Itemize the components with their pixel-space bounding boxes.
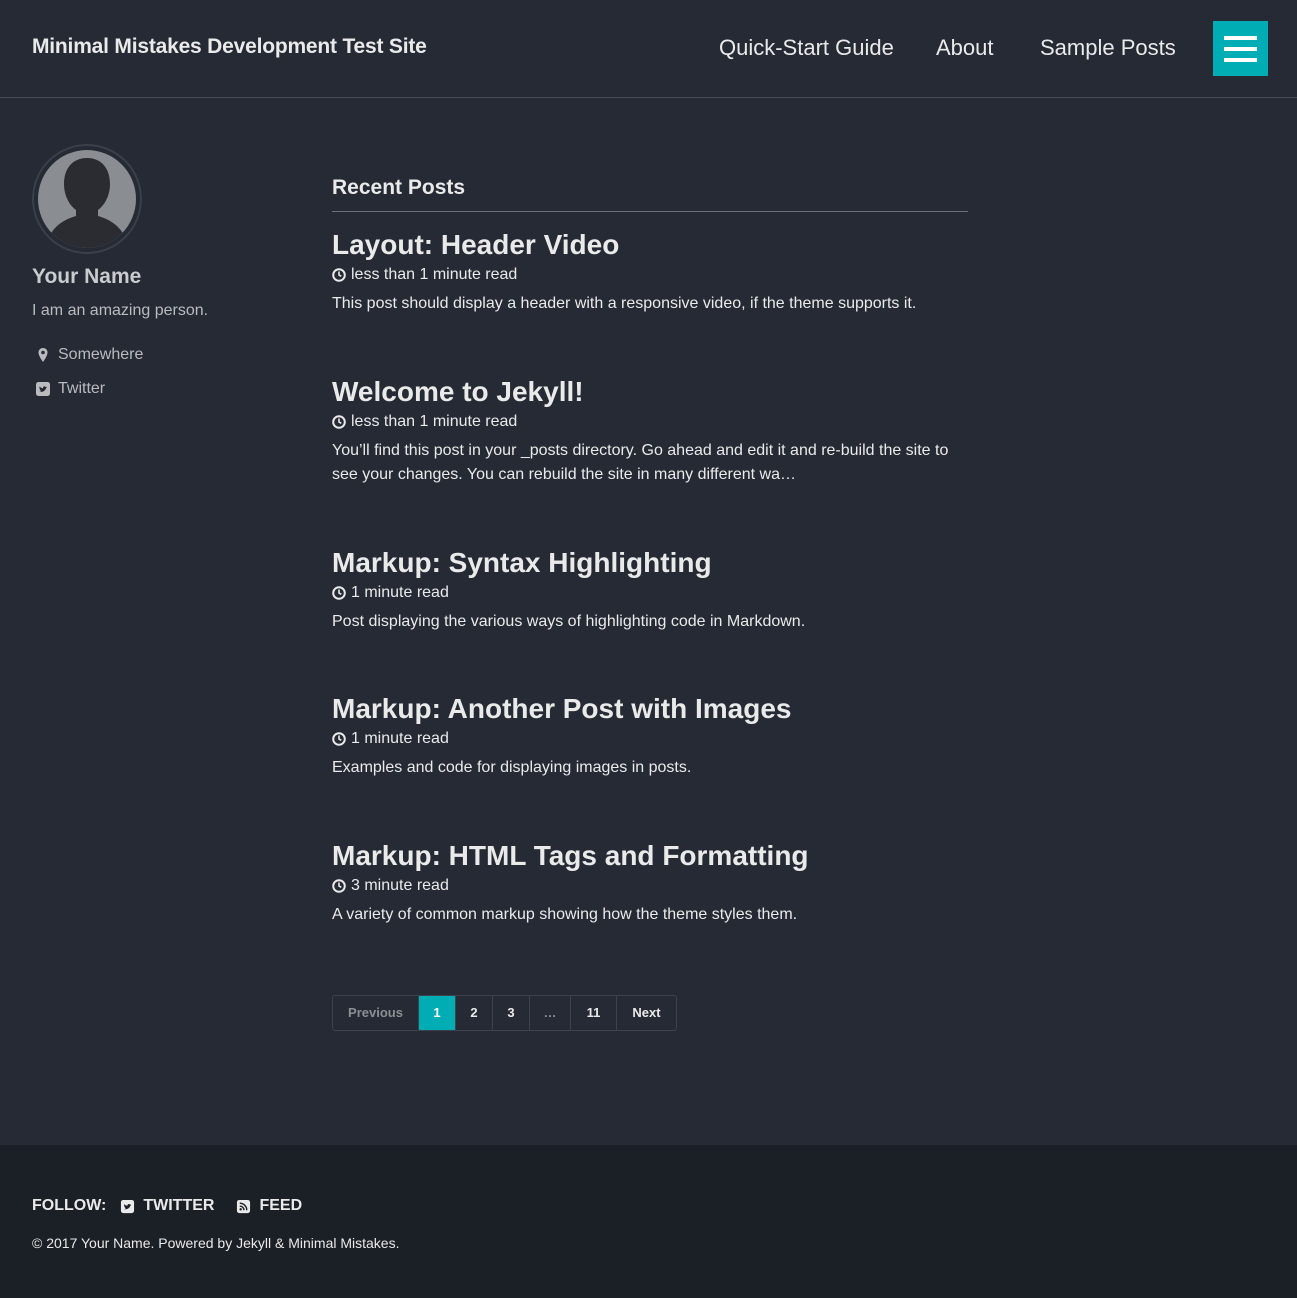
copyright-text: © 2017 Your Name. Powered by Jekyll & Mi… — [32, 1235, 400, 1251]
page-footer: FOLLOW: TWITTER FEED © 2017 Your Name. P… — [0, 1145, 1297, 1298]
post-item: Markup: Another Post with Images 1 minut… — [332, 692, 968, 780]
rss-square-icon — [237, 1199, 251, 1213]
author-location-label: Somewhere — [58, 346, 144, 363]
user-silhouette-icon — [48, 158, 126, 248]
post-read-time: 3 minute read — [332, 875, 968, 897]
post-excerpt: Examples and code for displaying images … — [332, 759, 692, 776]
post-title-link[interactable]: Welcome to Jekyll! — [332, 375, 968, 409]
twitter-square-icon — [36, 382, 50, 396]
nav-link-quick-start-guide[interactable]: Quick-Start Guide — [719, 35, 894, 61]
post-title-link[interactable]: Markup: Syntax Highlighting — [332, 546, 968, 580]
post-read-time-label: 3 minute read — [351, 877, 449, 894]
post-item: Layout: Header Video less than 1 minute … — [332, 228, 968, 316]
clock-icon — [332, 268, 346, 282]
author-avatar — [32, 144, 142, 254]
pagination-next[interactable]: Next — [617, 996, 676, 1030]
post-read-time: less than 1 minute read — [332, 411, 968, 433]
footer-follow: FOLLOW: TWITTER FEED — [32, 1197, 302, 1215]
footer-feed-link[interactable]: FEED — [236, 1197, 302, 1215]
author-twitter-link[interactable]: Twitter — [35, 380, 105, 398]
post-title-link[interactable]: Layout: Header Video — [332, 228, 968, 262]
post-excerpt: A variety of common markup showing how t… — [332, 906, 798, 923]
post-item: Welcome to Jekyll! less than 1 minute re… — [332, 375, 968, 487]
menu-toggle-button[interactable] — [1213, 21, 1268, 76]
clock-icon — [332, 879, 346, 893]
clock-icon — [332, 415, 346, 429]
post-read-time-label: 1 minute read — [351, 584, 449, 601]
pagination: Previous 1 2 3 … 11 Next — [332, 995, 677, 1031]
post-title-link[interactable]: Markup: Another Post with Images — [332, 692, 968, 726]
post-read-time: 1 minute read — [332, 582, 968, 604]
author-name: Your Name — [32, 265, 142, 288]
post-excerpt: You’ll find this post in your _posts dir… — [332, 442, 949, 483]
pagination-page-1[interactable]: 1 — [419, 996, 456, 1030]
pagination-page-3[interactable]: 3 — [493, 996, 530, 1030]
post-read-time: less than 1 minute read — [332, 264, 968, 286]
site-title-link[interactable]: Minimal Mistakes Development Test Site — [32, 35, 427, 59]
twitter-square-icon — [121, 1199, 135, 1213]
post-excerpt: Post displaying the various ways of high… — [332, 613, 806, 630]
footer-twitter-link[interactable]: TWITTER — [120, 1197, 214, 1215]
pagination-ellipsis: … — [530, 996, 571, 1030]
pagination-page-2[interactable]: 2 — [456, 996, 493, 1030]
post-item: Markup: HTML Tags and Formatting 3 minut… — [332, 839, 968, 927]
author-location: Somewhere — [35, 346, 143, 364]
clock-icon — [332, 586, 346, 600]
footer-feed-label: FEED — [259, 1197, 303, 1214]
clock-icon — [332, 732, 346, 746]
author-twitter-label: Twitter — [58, 380, 106, 397]
pagination-page-11[interactable]: 11 — [571, 996, 617, 1030]
nav-link-about[interactable]: About — [936, 35, 994, 61]
post-read-time: 1 minute read — [332, 728, 968, 750]
recent-posts-heading: Recent Posts — [332, 176, 466, 199]
pagination-previous[interactable]: Previous — [333, 996, 419, 1030]
post-item: Markup: Syntax Highlighting 1 minute rea… — [332, 546, 968, 634]
post-read-time-label: less than 1 minute read — [351, 266, 518, 283]
post-read-time-label: 1 minute read — [351, 730, 449, 747]
nav-link-sample-posts[interactable]: Sample Posts — [1040, 35, 1176, 61]
post-read-time-label: less than 1 minute read — [351, 413, 518, 430]
post-title-link[interactable]: Markup: HTML Tags and Formatting — [332, 839, 968, 873]
masthead: Minimal Mistakes Development Test Site Q… — [0, 0, 1297, 98]
follow-label: FOLLOW: — [32, 1197, 107, 1214]
section-divider — [332, 211, 968, 212]
author-bio: I am an amazing person. — [32, 302, 209, 319]
footer-twitter-label: TWITTER — [143, 1197, 215, 1214]
map-marker-icon — [38, 348, 48, 362]
post-excerpt: This post should display a header with a… — [332, 295, 917, 312]
